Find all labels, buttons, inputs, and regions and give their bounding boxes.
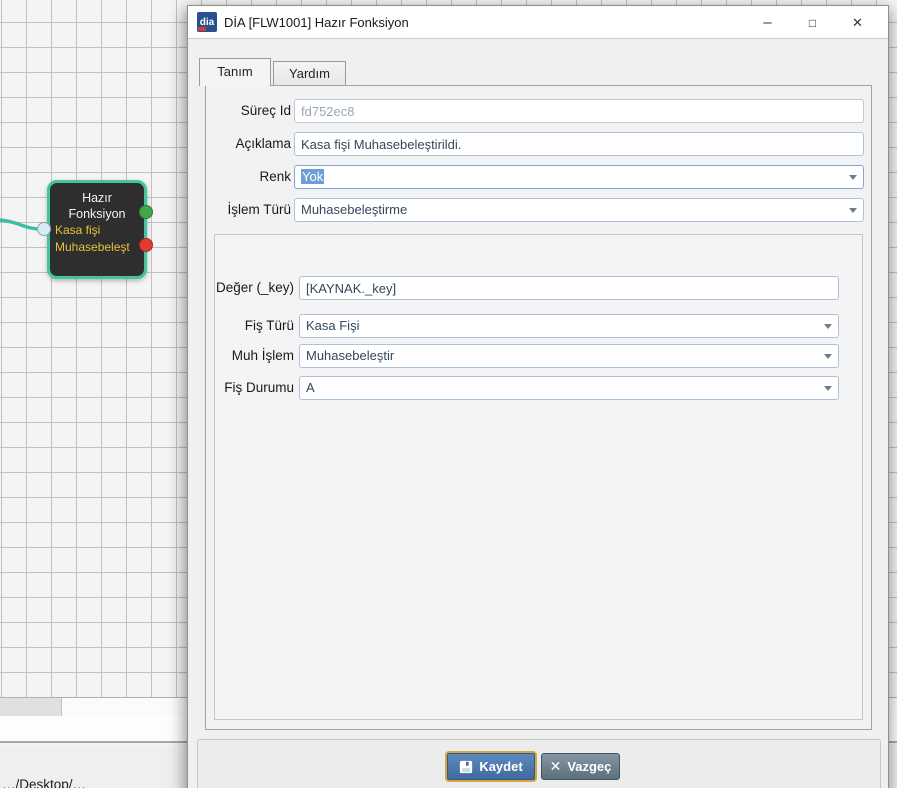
islem-turu-label: İşlem Türü (227, 202, 291, 217)
background-toolbar-segment (0, 698, 62, 717)
fis-durumu-combobox[interactable]: A (299, 376, 839, 400)
maximize-icon: □ (808, 15, 817, 30)
muh-islem-combobox[interactable]: Muhasebeleştir (299, 344, 839, 368)
node-subtitle-line1: Kasa fişi (55, 223, 101, 237)
file-path-fragment: …/Desktop/… (2, 777, 87, 788)
save-icon (460, 760, 473, 773)
dia-logo-icon: dia (197, 12, 217, 32)
renk-combobox[interactable]: Yok (294, 165, 864, 189)
islem-turu-combobox[interactable]: Muhasebeleştirme (294, 198, 864, 222)
dialog-titlebar[interactable]: dia DİA [FLW1001] Hazır Fonksiyon – □ ✕ (188, 6, 888, 39)
surec-id-label: Süreç Id (240, 103, 291, 118)
close-icon: ✕ (852, 14, 863, 30)
chevron-down-icon[interactable] (824, 385, 832, 391)
node-output-port-error[interactable] (139, 238, 153, 252)
renk-label: Renk (259, 169, 291, 184)
node-title-line1: Hazır (82, 191, 112, 205)
muh-islem-label: Muh İşlem (231, 348, 294, 363)
surec-id-field (294, 99, 864, 123)
chevron-down-icon[interactable] (849, 207, 857, 213)
chevron-down-icon[interactable] (849, 174, 857, 180)
aciklama-field[interactable] (294, 132, 864, 156)
save-button[interactable]: Kaydet (447, 753, 535, 780)
dialog-hazir-fonksiyon: dia DİA [FLW1001] Hazır Fonksiyon – □ ✕ … (187, 5, 889, 788)
deger-key-label: Değer (_key) (215, 280, 294, 295)
fis-turu-combobox[interactable]: Kasa Fişi (299, 314, 839, 338)
chevron-down-icon[interactable] (824, 353, 832, 359)
tab-tanim[interactable]: Tanım (199, 58, 271, 86)
maximize-button[interactable]: □ (790, 6, 835, 39)
node-hazir-fonksiyon[interactable]: Hazır Fonksiyon Kasa fişi Muhasebeleşt (47, 180, 147, 279)
cancel-button[interactable]: ✕ Vazgeç (541, 753, 620, 780)
parameters-group-panel (214, 234, 863, 720)
tab-yardim[interactable]: Yardım (273, 61, 346, 86)
deger-key-field[interactable] (299, 276, 839, 300)
node-title-line2: Fonksiyon (68, 207, 126, 221)
node-output-port-success[interactable] (139, 205, 153, 219)
node-input-port[interactable] (37, 222, 51, 236)
button-bar: Kaydet ✕ Vazgeç (197, 739, 881, 788)
chevron-down-icon[interactable] (824, 323, 832, 329)
close-button[interactable]: ✕ (835, 6, 880, 39)
node-subtitle-line2: Muhasebeleşt (55, 240, 130, 254)
minimize-icon: – (763, 14, 772, 31)
dialog-title: DİA [FLW1001] Hazır Fonksiyon (224, 14, 409, 30)
fis-turu-label: Fiş Türü (244, 318, 294, 333)
minimize-button[interactable]: – (745, 6, 790, 39)
cancel-x-icon: ✕ (549, 758, 562, 774)
fis-durumu-label: Fiş Durumu (224, 380, 294, 395)
aciklama-label: Açıklama (235, 136, 291, 151)
